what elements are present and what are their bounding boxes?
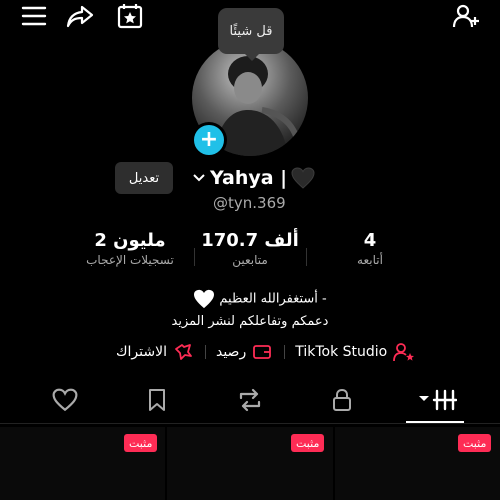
heart-outline-icon: [52, 388, 78, 412]
following-stat[interactable]: 4 أتابعه: [320, 230, 420, 267]
grid-chevron-icon: [419, 388, 457, 412]
wallet-icon[interactable]: [252, 344, 272, 360]
calendar-star-icon[interactable]: [116, 2, 144, 30]
pinned-badge: مثبت: [291, 434, 325, 452]
chevron-down-icon[interactable]: [192, 171, 206, 185]
balance-link[interactable]: رصيد: [216, 344, 246, 360]
likes-label: تسجيلات الإعجاب: [86, 253, 174, 267]
followers-count: 170.7 ألف: [201, 230, 299, 251]
pinned-badge: مثبت: [458, 434, 492, 452]
username-handle: @tyn.369: [213, 194, 286, 212]
tab-liked[interactable]: [50, 385, 80, 415]
white-heart-icon: [193, 289, 215, 309]
menu-icon[interactable]: [20, 2, 48, 30]
share-icon[interactable]: [66, 2, 94, 30]
following-count: 4: [363, 230, 377, 251]
creator-star-icon[interactable]: [393, 342, 415, 362]
subscription-link[interactable]: الاشتراك: [116, 344, 167, 360]
stat-divider: [306, 248, 307, 266]
tiktok-studio-link[interactable]: TikTok Studio: [295, 344, 387, 360]
add-friend-icon[interactable]: [452, 2, 480, 30]
likes-stat: 2 مليون تسجيلات الإعجاب: [70, 230, 190, 267]
say-something-tooltip[interactable]: قل شيئًا: [218, 8, 284, 61]
followers-stat[interactable]: 170.7 ألف متابعين: [190, 230, 310, 267]
ticket-icon[interactable]: [173, 343, 193, 361]
tab-private[interactable]: [327, 385, 357, 415]
likes-count: 2 مليون: [94, 230, 166, 251]
black-heart-icon: [291, 167, 315, 189]
tab-videos[interactable]: [418, 385, 458, 415]
tab-divider: [0, 423, 500, 424]
bio-line-1: أستغفرالله العظيم -: [10, 289, 500, 309]
following-label: أتابعه: [357, 253, 383, 267]
followers-label: متابعين: [232, 253, 268, 267]
pinned-badge: مثبت: [124, 434, 158, 452]
edit-profile-button[interactable]: تعديل: [115, 162, 173, 194]
links-row: الاشتراك رصيد TikTok Studio: [116, 340, 415, 364]
bookmark-icon: [147, 388, 167, 412]
add-avatar-button[interactable]: +: [191, 122, 227, 158]
repost-icon: [237, 388, 263, 412]
username-row[interactable]: Yahya |: [192, 164, 315, 192]
tooltip-text: قل شيئًا: [229, 23, 273, 39]
bio-text-1: أستغفرالله العظيم -: [219, 291, 327, 307]
display-name: Yahya |: [210, 167, 288, 189]
bio-line-2: دعمكم وتفاعلكم لنشر المزيد: [171, 314, 329, 329]
tab-reposts[interactable]: [235, 385, 265, 415]
tab-favorites[interactable]: [142, 385, 172, 415]
lock-icon: [331, 388, 353, 412]
links-divider: [284, 345, 286, 359]
links-divider: [204, 345, 206, 359]
